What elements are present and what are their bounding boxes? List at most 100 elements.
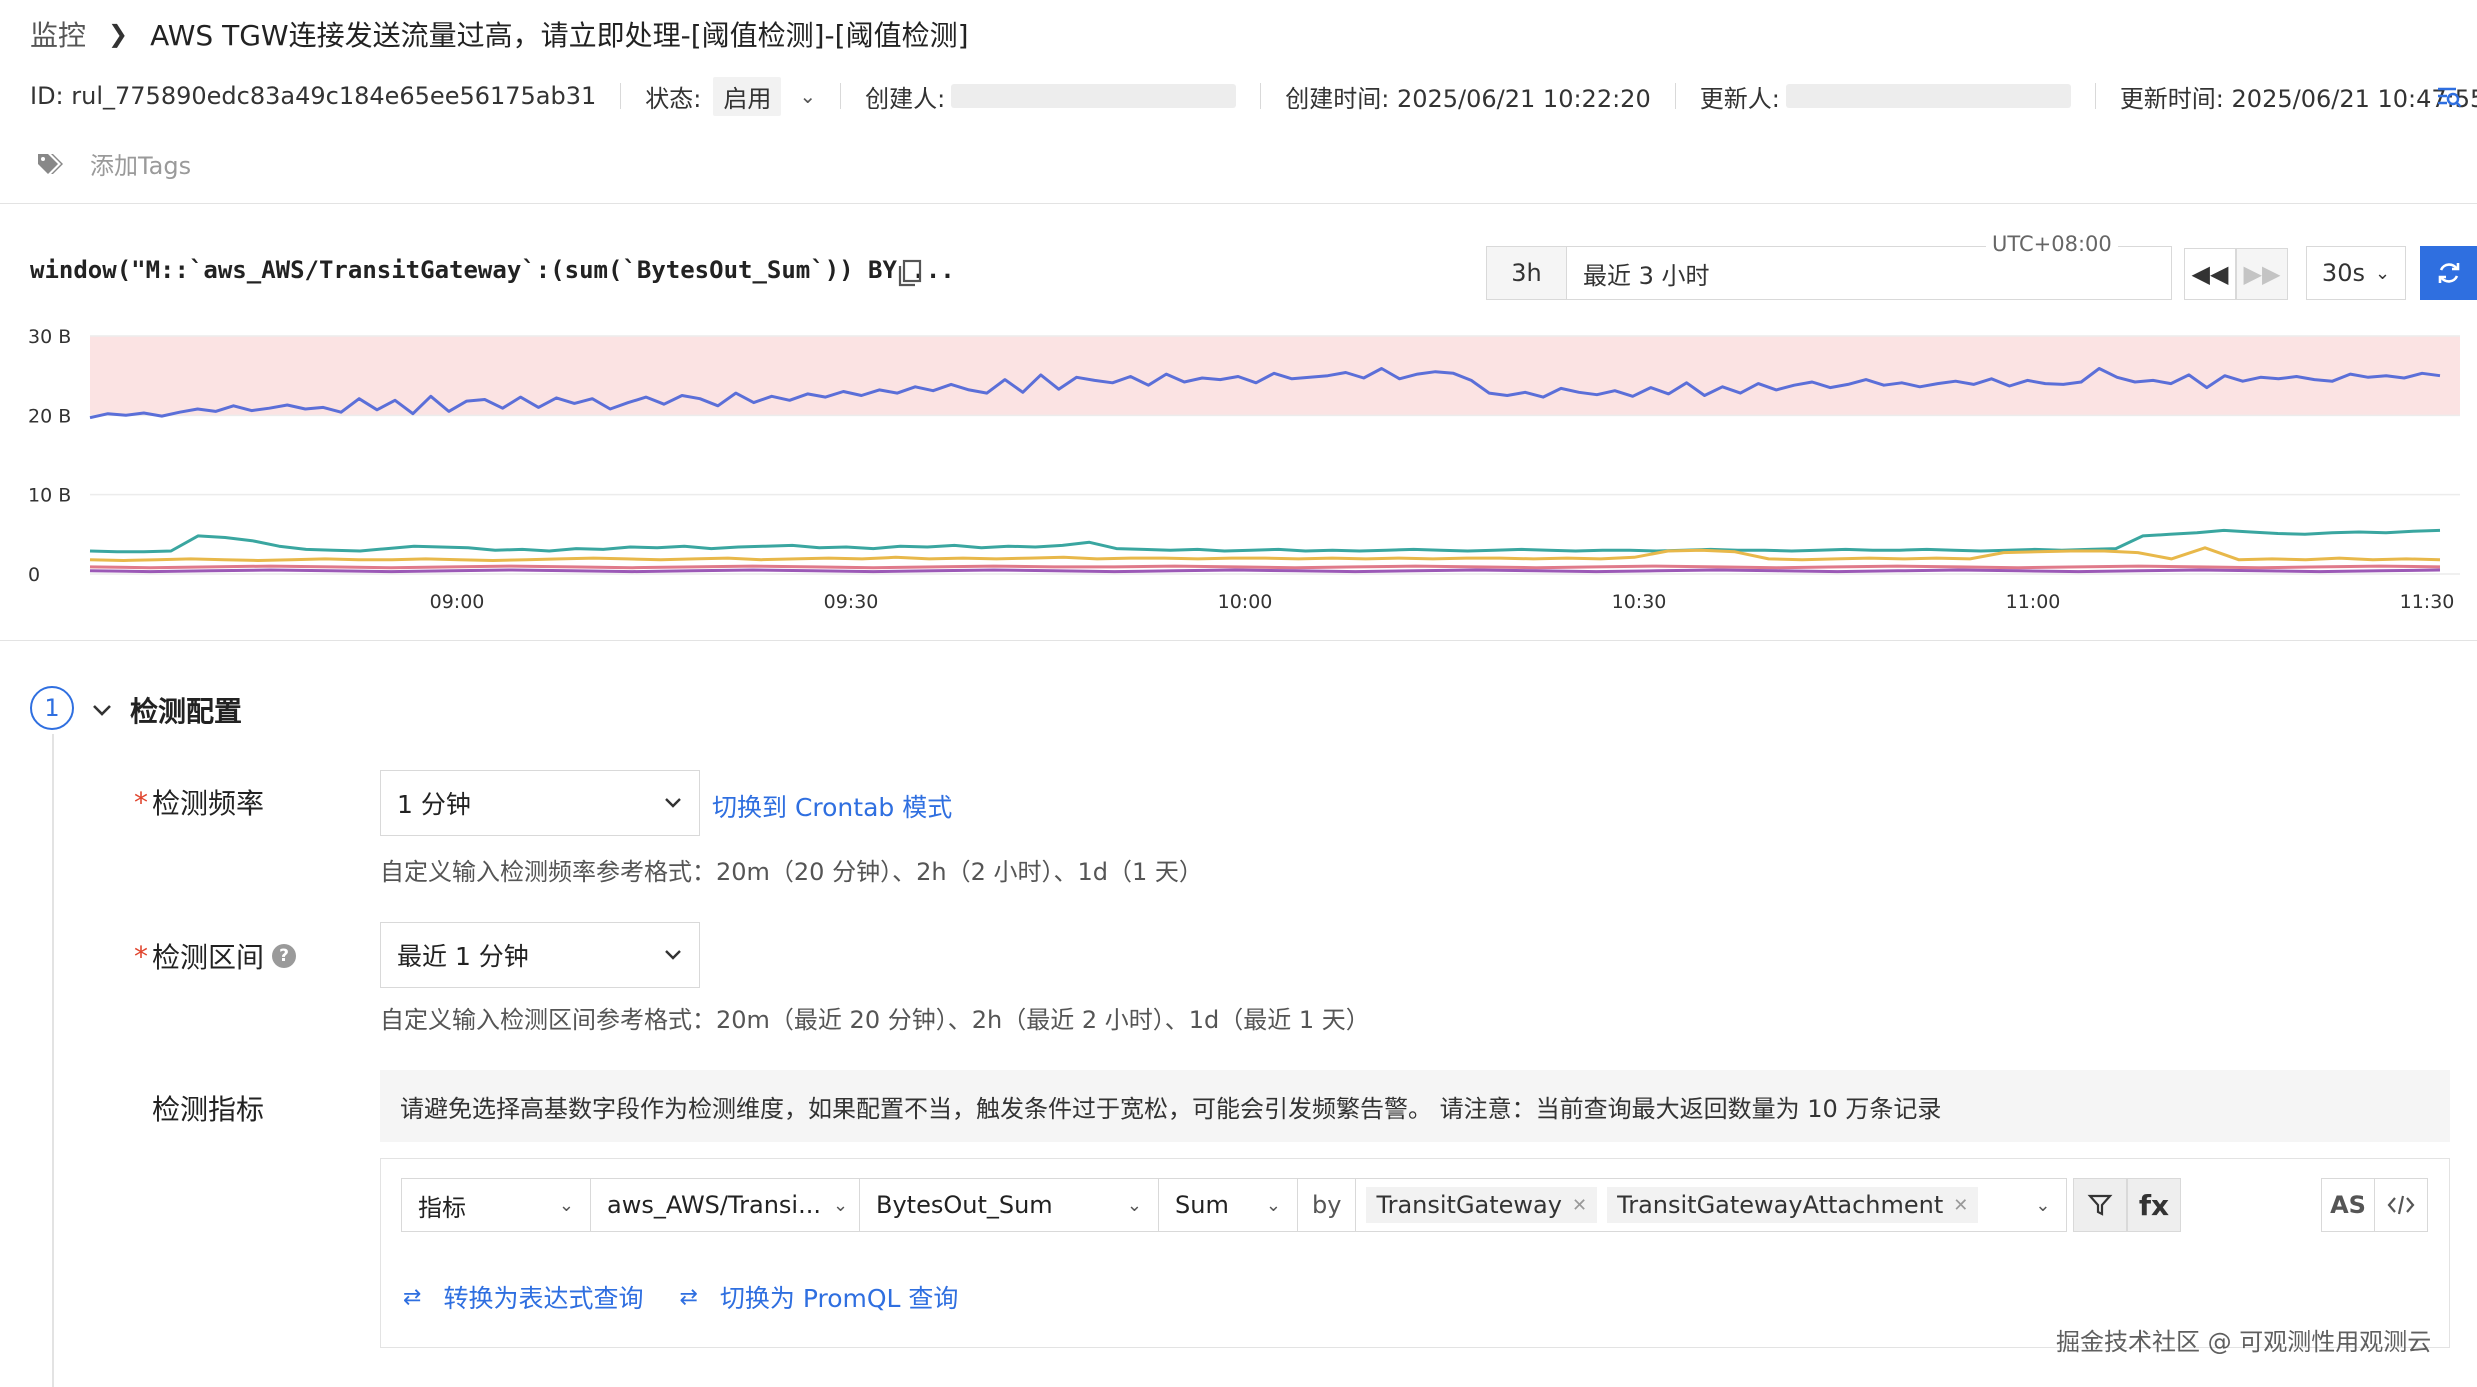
updater-label: 更新人: [1699,84,1780,113]
metric-chart[interactable]: 30 B 20 B 10 B 0 09:00 09:30 10:00 10:30 11:00 11… [0,318,2477,618]
aggregation-select[interactable]: Sum ⌄ [1158,1178,1298,1232]
chevron-down-icon: ⌄ [2035,1194,2051,1216]
x-tick-label: 11:00 [2006,591,2061,613]
filter-icon [2087,1194,2113,1216]
divider [1674,83,1676,109]
metric-label: 检测指标 [152,1093,265,1126]
status-label: 状态: [645,84,702,113]
namespace-select[interactable]: aws_AWS/Transi... ⌄ [590,1178,860,1232]
series-line [89,528,2441,554]
group-by-select[interactable]: TransitGateway ✕ TransitGatewayAttachmen… [1355,1178,2068,1232]
alias-button[interactable]: AS [2321,1178,2375,1232]
metric-query-row: 指标 ⌄ aws_AWS/Transi... ⌄ BytesOut_Sum ⌄ … [401,1178,2068,1232]
creator-label: 创建人: [865,84,946,113]
y-tick-label: 0 [28,564,40,586]
y-tick-label: 20 B [28,405,71,427]
breadcrumb-root-link[interactable]: 监控 [30,14,86,54]
interval-hint: 自定义输入检测区间参考格式：20m（最近 20 分钟）、2h（最近 2 小时）、… [380,1006,1370,1034]
step-connector [52,734,54,1387]
time-back-button[interactable]: ◀◀ [2184,248,2236,300]
swap-icon: ⇄ [679,1284,698,1310]
section-toggle[interactable]: 检测配置 [92,690,242,730]
refresh-interval-value: 30s [2321,259,2365,287]
tag-icon [38,153,63,174]
interval-label: * 检测区间 ? [134,936,297,976]
status-value: 启用 [723,84,772,113]
time-forward-button[interactable]: ▶▶ [2236,248,2288,300]
frequency-value: 1 分钟 [397,790,471,819]
chevron-down-icon: ⌄ [1126,1194,1142,1216]
section-title: 检测配置 [130,695,243,728]
convert-expression-link[interactable]: 转换为表达式查询 [443,1279,643,1315]
frequency-hint: 自定义输入检测频率参考格式：20m（20 分钟）、2h（2 小时）、1d（1 天… [380,858,1203,886]
chevron-down-icon: ⌄ [2374,262,2391,284]
group-tag-label: TransitGatewayAttachment [1617,1191,1944,1219]
required-mark: * [134,939,148,973]
chevron-down-icon [665,798,681,808]
chevron-right-icon: ❯ [108,20,129,48]
field-select[interactable]: BytesOut_Sum ⌄ [859,1178,1159,1232]
time-range-short[interactable]: 3h [1487,247,1567,299]
divider [2094,83,2096,109]
add-tags[interactable]: 添加Tags [36,146,191,181]
x-tick-label: 09:30 [824,591,879,613]
interval-select[interactable]: 最近 1 分钟 [380,922,700,988]
function-button[interactable]: fx [2127,1178,2181,1232]
threshold-band [90,336,2460,416]
metric-type-select[interactable]: 指标 ⌄ [401,1178,591,1232]
history-search-icon[interactable] [2436,84,2462,110]
breadcrumb: 监控 ❯ AWS TGW连接发送流量过高，请立即处理-[阈值检测]-[阈值检测] [30,14,969,54]
metric-query-panel: 指标 ⌄ aws_AWS/Transi... ⌄ BytesOut_Sum ⌄ … [380,1158,2450,1348]
interval-value: 最近 1 分钟 [397,942,529,971]
query-convert-links: ⇄ 转换为表达式查询 ⇄ 切换为 PromQL 查询 [403,1279,958,1315]
add-tags-label: 添加Tags [90,152,192,180]
chevron-down-icon: ⌄ [1265,1194,1281,1216]
y-tick-label: 30 B [28,326,71,348]
refresh-interval-select[interactable]: 30s ⌄ [2306,246,2406,300]
close-icon[interactable]: ✕ [1953,1195,1968,1216]
swap-icon: ⇄ [403,1284,422,1310]
chevron-down-icon [665,950,681,960]
rewind-icon: ◀◀ [2191,260,2229,288]
status-select[interactable]: 启用 [713,76,782,116]
code-icon [2387,1195,2415,1215]
fast-forward-icon: ▶▶ [2243,260,2281,288]
x-tick-label: 11:30 [2400,591,2455,613]
rule-meta-bar: ID: rul_775890edc83a49c184e65ee56175ab31… [30,76,2477,116]
divider [840,83,842,109]
creator-redacted [951,84,1237,108]
copy-icon[interactable] [896,258,924,288]
close-icon[interactable]: ✕ [1572,1195,1587,1216]
divider [0,640,2477,641]
group-tag-chip[interactable]: TransitGateway ✕ [1366,1187,1598,1223]
code-view-button[interactable] [2374,1178,2428,1232]
chevron-down-icon: ⌄ [558,1194,574,1216]
filter-button[interactable] [2073,1178,2127,1232]
group-tag-chip[interactable]: TransitGatewayAttachment ✕ [1607,1187,1979,1223]
frequency-select[interactable]: 1 分钟 [380,770,700,836]
query-expression: window("M::`aws_AWS/TransitGateway`:(sum… [30,256,955,284]
namespace-value: aws_AWS/Transi... [607,1191,821,1219]
divider [1260,83,1262,109]
x-tick-label: 09:00 [430,591,485,613]
time-range-label[interactable]: 最近 3 小时 [1567,247,1710,299]
group-tag-label: TransitGateway [1376,1191,1562,1219]
rule-id: ID: rul_775890edc83a49c184e65ee56175ab31 [30,82,597,110]
help-icon[interactable]: ? [272,944,297,968]
refresh-button[interactable] [2420,246,2477,300]
x-tick-label: 10:30 [1612,591,1667,613]
chevron-down-icon[interactable]: ⌄ [799,84,816,108]
updater-redacted [1785,84,2071,108]
crontab-mode-link[interactable]: 切换到 Crontab 模式 [712,788,952,824]
created-time: 创建时间: 2025/06/21 10:22:20 [1285,84,1651,113]
required-mark: * [134,785,148,819]
metric-type-value: 指标 [418,1193,466,1222]
aggregation-value: Sum [1175,1191,1229,1219]
convert-promql-link[interactable]: 切换为 PromQL 查询 [720,1279,959,1315]
y-tick-label: 10 B [28,485,71,507]
by-label: by [1297,1178,1357,1232]
divider [620,83,622,109]
step-number: 1 [30,686,74,730]
metric-notice: 请避免选择高基数字段作为检测维度，如果配置不当，触发条件过于宽松，可能会引发频繁… [380,1070,2450,1142]
timezone-label: UTC+08:00 [1986,232,2118,256]
